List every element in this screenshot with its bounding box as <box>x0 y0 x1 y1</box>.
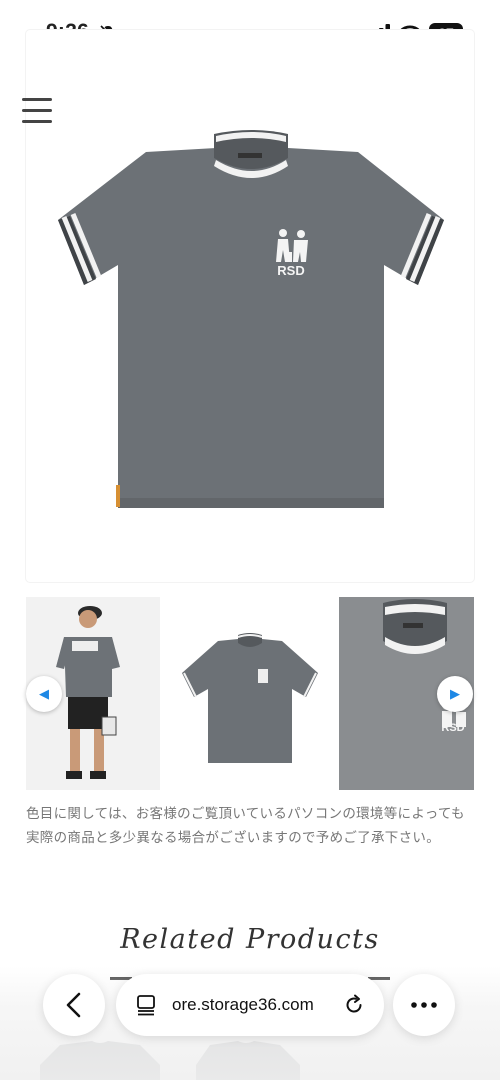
chevron-right-icon[interactable]: ▶ <box>437 676 473 712</box>
thumbnail-strip: RSD <box>26 597 474 790</box>
thumb-logo-text: RSD <box>441 722 464 734</box>
logo-text: RSD <box>277 263 304 278</box>
address-bar[interactable]: ore.storage36.com <box>116 974 384 1036</box>
more-button[interactable] <box>393 974 455 1036</box>
tabs-icon[interactable] <box>136 994 158 1016</box>
color-notice: 色目に関しては、お客様のご覧頂いているパソコンの環境等によっても実際の商品と多少… <box>26 806 465 845</box>
thumbnail-front[interactable] <box>174 597 326 790</box>
more-icon <box>411 1002 437 1008</box>
shirt-illustration: RSD <box>58 130 444 508</box>
main-product-image[interactable]: RSD <box>26 30 474 582</box>
url-text: ore.storage36.com <box>172 995 314 1014</box>
reload-icon[interactable] <box>342 993 366 1017</box>
back-button[interactable] <box>43 974 105 1036</box>
back-icon <box>66 992 81 1018</box>
menu-icon[interactable] <box>22 98 52 126</box>
chevron-left-icon[interactable]: ◀ <box>26 676 62 712</box>
related-products-title: Related Products <box>120 924 380 955</box>
